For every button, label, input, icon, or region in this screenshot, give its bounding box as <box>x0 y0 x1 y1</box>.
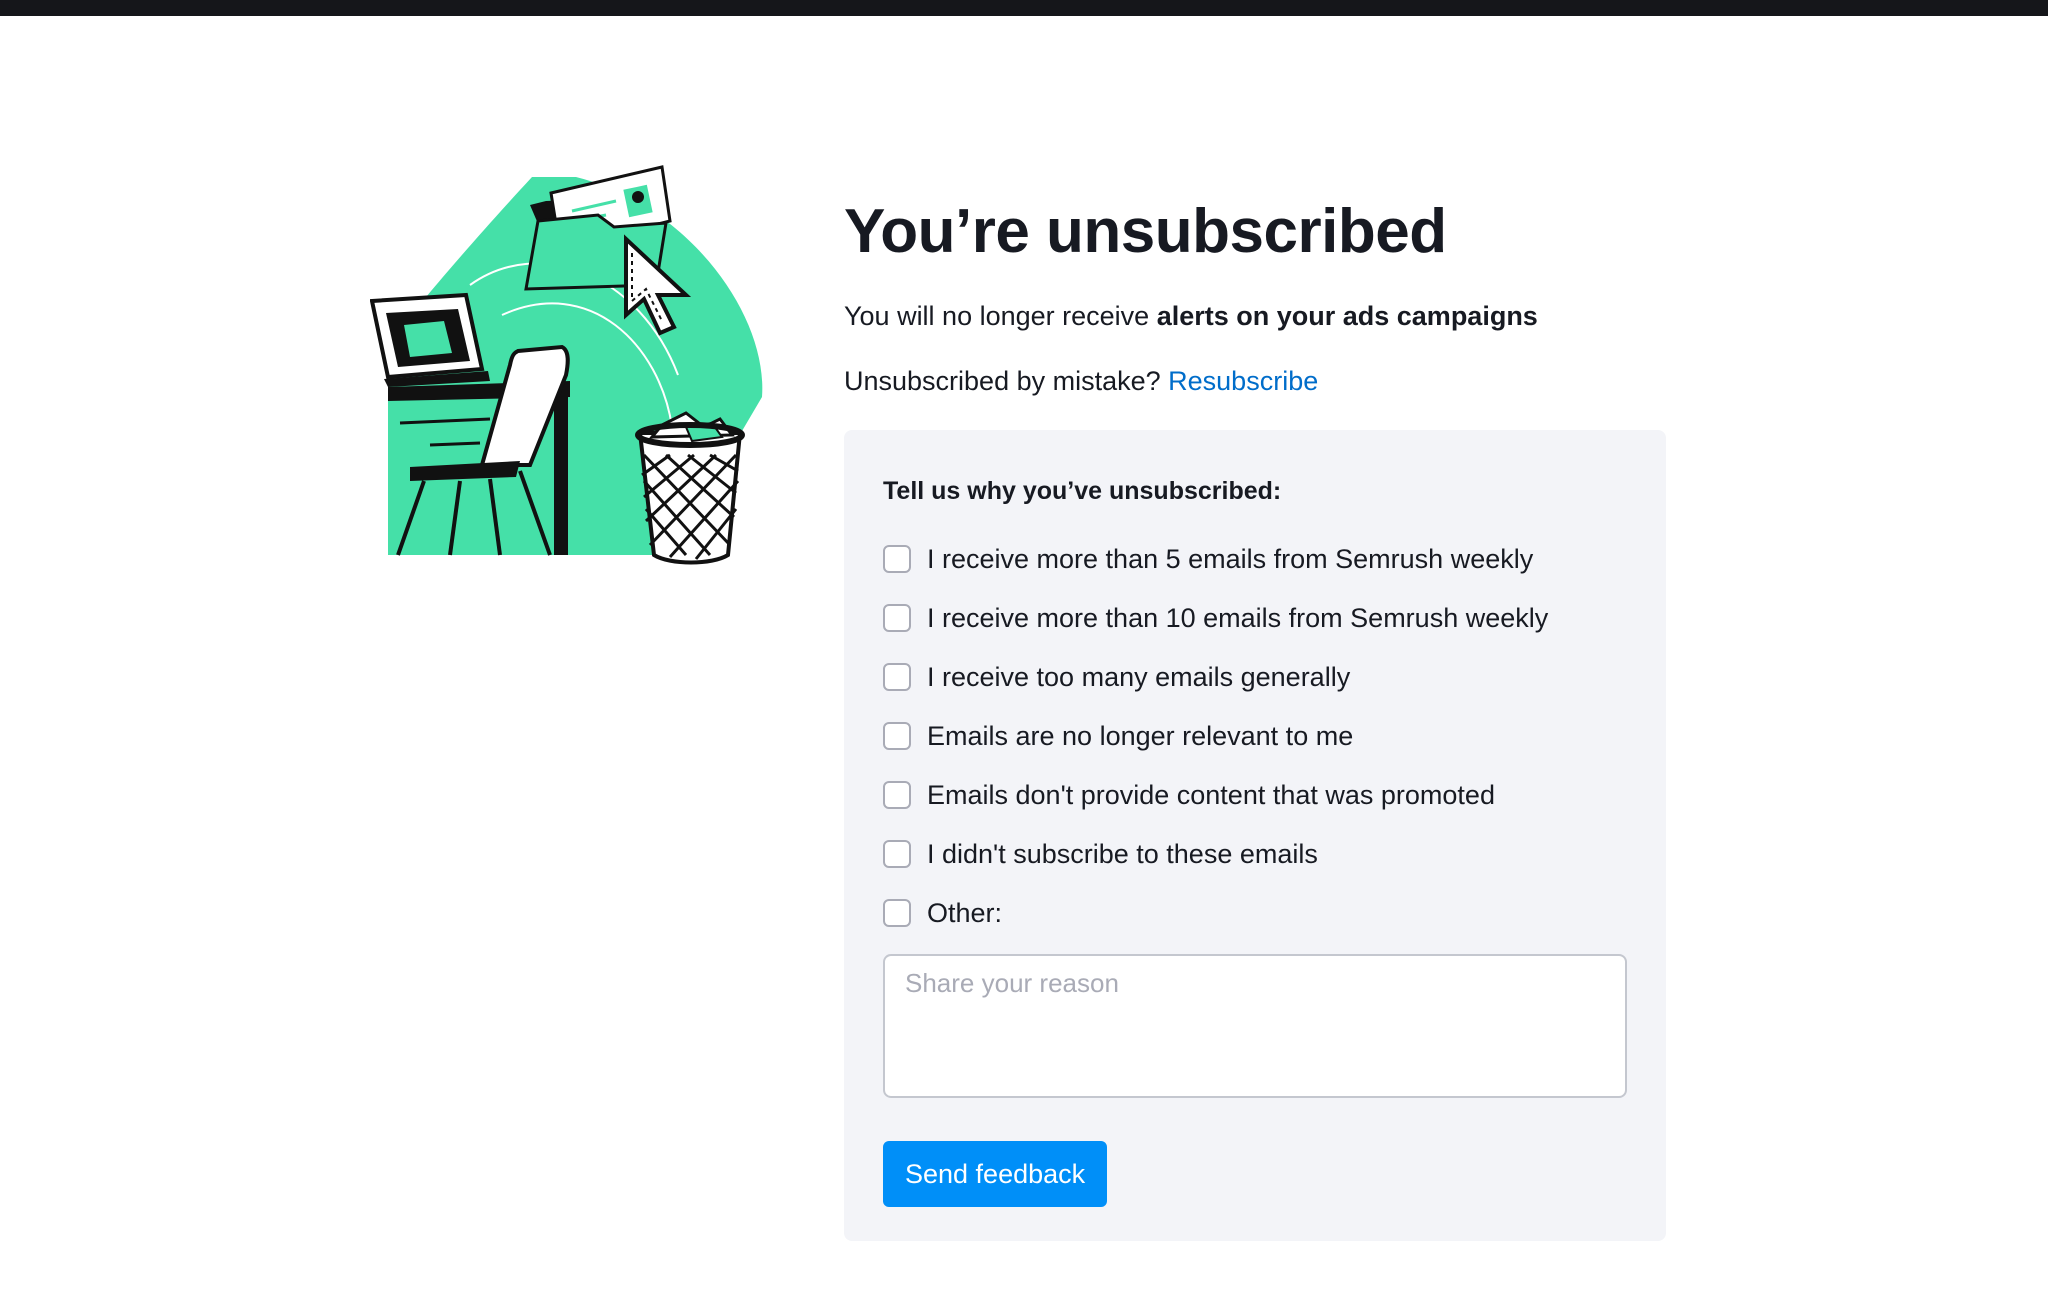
option-label[interactable]: I receive more than 5 emails from Semrus… <box>927 541 1533 577</box>
resubscribe-link[interactable]: Resubscribe <box>1168 366 1318 396</box>
checkbox[interactable] <box>883 662 911 691</box>
option-other[interactable]: Other: <box>883 883 1627 942</box>
subtitle-text: You will no longer receive <box>844 301 1157 331</box>
option-more-than-10-emails[interactable]: I receive more than 10 emails from Semru… <box>883 588 1627 647</box>
feedback-heading: Tell us why you’ve unsubscribed: <box>883 477 1282 505</box>
resubscribe-prompt: Unsubscribed by mistake? Resubscribe <box>844 363 1666 399</box>
checkbox[interactable] <box>883 898 911 927</box>
checkbox[interactable] <box>883 839 911 868</box>
checkbox[interactable] <box>883 544 911 573</box>
option-did-not-subscribe[interactable]: I didn't subscribe to these emails <box>883 824 1627 883</box>
reason-input[interactable] <box>883 954 1627 1098</box>
checkbox[interactable] <box>883 603 911 632</box>
send-feedback-button[interactable]: Send feedback <box>883 1141 1108 1207</box>
option-too-many-emails[interactable]: I receive too many emails generally <box>883 647 1627 706</box>
option-content-not-promoted[interactable]: Emails don't provide content that was pr… <box>883 765 1627 824</box>
feedback-panel: Tell us why you’ve unsubscribed: I recei… <box>844 430 1666 1241</box>
main-content: You’re unsubscribed You will no longer r… <box>844 190 1666 1241</box>
option-label[interactable]: Other: <box>927 895 1002 931</box>
trash-basket-icon <box>635 411 745 565</box>
option-label[interactable]: I receive too many emails generally <box>927 659 1350 695</box>
unsubscribe-illustration <box>370 165 763 565</box>
option-more-than-5-emails[interactable]: I receive more than 5 emails from Semrus… <box>883 529 1627 588</box>
option-label[interactable]: Emails don't provide content that was pr… <box>927 777 1495 813</box>
checkbox[interactable] <box>883 721 911 750</box>
option-label[interactable]: Emails are no longer relevant to me <box>927 718 1353 754</box>
option-not-relevant[interactable]: Emails are no longer relevant to me <box>883 706 1627 765</box>
page-title: You’re unsubscribed <box>844 197 1447 266</box>
mistake-text: Unsubscribed by mistake? <box>844 366 1169 396</box>
option-label[interactable]: I didn't subscribe to these emails <box>927 836 1318 872</box>
subtitle-topic: alerts on your ads campaigns <box>1156 301 1538 331</box>
unsubscribe-description: You will no longer receive alerts on you… <box>844 298 1666 334</box>
top-bar <box>0 0 2048 16</box>
option-label[interactable]: I receive more than 10 emails from Semru… <box>927 600 1548 636</box>
checkbox[interactable] <box>883 780 911 809</box>
